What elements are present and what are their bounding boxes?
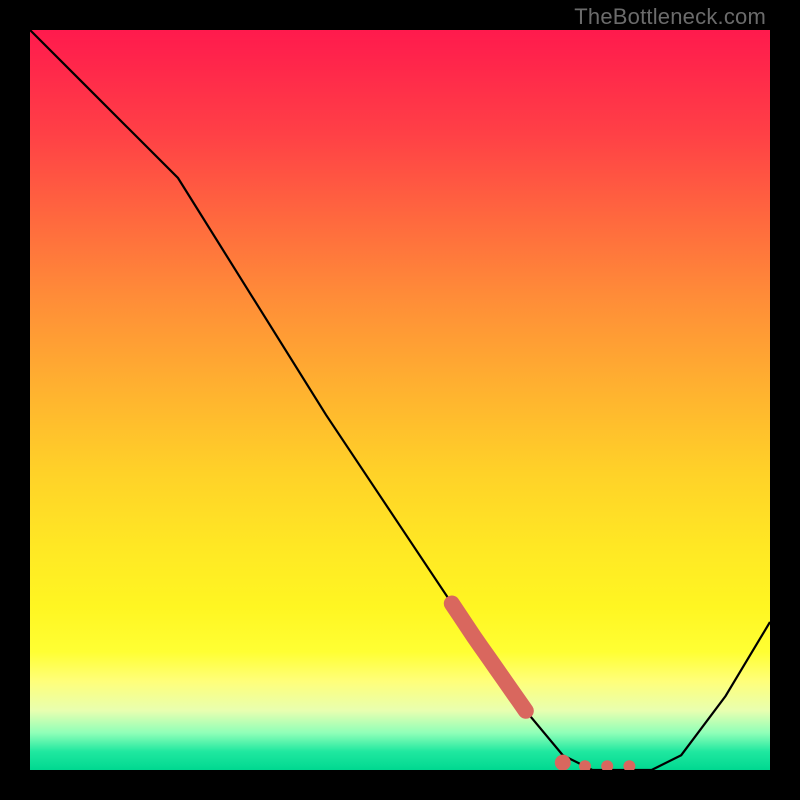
floor-dot [555,755,571,770]
watermark-text: TheBottleneck.com [574,4,766,30]
floor-dot-markers [555,755,636,770]
plot-area [30,30,770,770]
highlighted-diagonal-segment [452,604,526,711]
floor-dot [623,760,635,770]
floor-dot [579,760,591,770]
bottleneck-curve [30,30,770,770]
chart-overlay [30,30,770,770]
floor-dot [601,760,613,770]
